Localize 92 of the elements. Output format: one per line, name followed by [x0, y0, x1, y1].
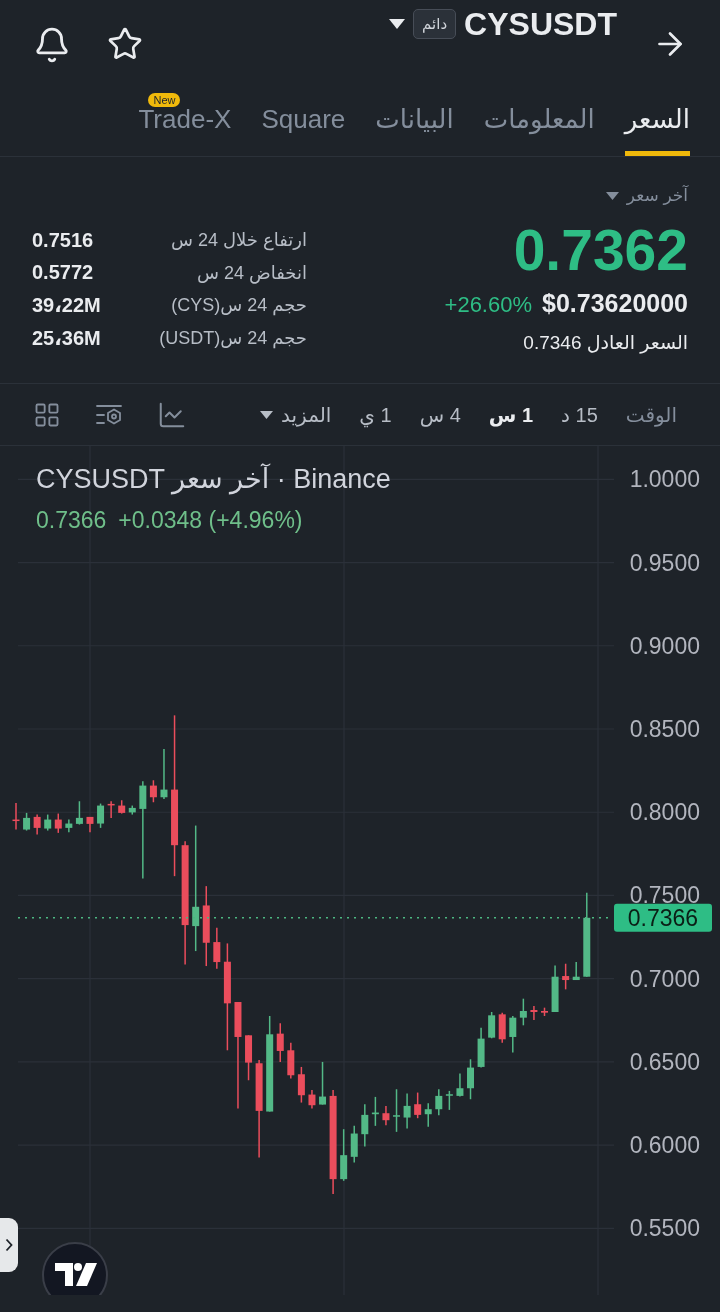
price-axis-label: 0.6500 [629, 1048, 700, 1075]
hexagon-settings-icon[interactable] [95, 402, 123, 427]
rising-candle [97, 802, 105, 829]
falling-candle [54, 812, 62, 834]
falling-candle [498, 1011, 506, 1044]
falling-candle [33, 813, 41, 836]
legend-change: +0.0348 (+4.96%) [118, 506, 303, 535]
rising-candle [44, 813, 52, 832]
falling-candle [12, 802, 20, 831]
price-type-label[interactable]: آخر سعر [626, 184, 688, 208]
falling-candle [562, 962, 570, 991]
rising-candle [23, 812, 31, 832]
tab[interactable]: المعلومات [483, 88, 595, 156]
rising-candle [160, 748, 168, 800]
legend-price: 0.7366 [36, 506, 107, 535]
falling-candle [118, 799, 126, 815]
rising-candle [350, 1125, 358, 1164]
falling-candle [149, 779, 157, 803]
rising-candle [340, 1128, 348, 1182]
tab[interactable]: Trade-X New [138, 88, 232, 156]
bell-icon[interactable] [33, 26, 71, 64]
stat-value: 0.5772 [32, 261, 94, 285]
price-axis-label: 1.0000 [629, 466, 700, 493]
tab[interactable]: السعر [624, 88, 690, 156]
caret-down-icon[interactable] [389, 19, 406, 29]
symbol-title[interactable]: CYSUSDT [464, 4, 617, 44]
price-axis-label: 0.8500 [629, 716, 700, 742]
rising-candle [477, 1026, 485, 1069]
stat-label: حجم 24 س(USDT) [159, 326, 307, 349]
falling-candle [276, 1022, 284, 1063]
new-badge: New [148, 93, 181, 107]
falling-candle [245, 1034, 253, 1081]
stat-label: انخفاض 24 س [197, 261, 307, 284]
rising-candle [128, 804, 136, 816]
rising-candle [445, 1090, 453, 1111]
stat-label: ارتفاع خلال 24 س [171, 229, 307, 252]
rising-candle [509, 1015, 517, 1054]
rising-candle [572, 961, 580, 981]
falling-candle [530, 1005, 538, 1021]
falling-candle [287, 1041, 295, 1080]
side-panel-handle[interactable] [0, 1218, 18, 1272]
rising-candle [371, 1096, 379, 1127]
caret-down-icon [260, 410, 274, 419]
tab[interactable]: البيانات [375, 88, 454, 156]
chart-legend-title: CYSUSDT آخر سعر · Binance [36, 462, 391, 497]
rising-candle [519, 997, 527, 1027]
usd-price: $0.73620000 [542, 288, 688, 318]
price-axis-label: 0.9500 [629, 549, 700, 576]
rising-candle [65, 818, 73, 833]
falling-candle [414, 1091, 422, 1119]
interval-button[interactable]: 4 س [419, 400, 461, 429]
chart-logo-icon[interactable] [42, 1242, 108, 1295]
rising-candle [467, 1058, 474, 1100]
more-intervals-button[interactable]: المزيد [260, 400, 332, 429]
price-axis-label: 0.6000 [629, 1132, 700, 1159]
last-price: 0.7362 [513, 220, 688, 280]
rising-candle [361, 1103, 369, 1148]
rising-candle [456, 1072, 464, 1098]
price-change: +26.60% [444, 291, 532, 319]
rising-candle [319, 1061, 327, 1106]
star-icon[interactable] [107, 26, 143, 62]
stat-value: 39،22M [32, 293, 101, 318]
price-axis-label: 0.8000 [629, 799, 700, 826]
tab[interactable]: Square [261, 88, 346, 156]
price-axis-label: 0.9000 [629, 632, 700, 659]
contract-type-badge: دائم [413, 9, 457, 39]
interval-button[interactable]: 1 س [488, 400, 534, 429]
interval-button[interactable]: 1 ي [359, 400, 392, 429]
price-axis-label: 0.7000 [629, 965, 700, 992]
chevron-right-icon [5, 1238, 13, 1252]
stat-label: حجم 24 س(CYS) [171, 294, 307, 317]
falling-candle [297, 1066, 305, 1104]
falling-candle [308, 1089, 316, 1110]
rising-candle [488, 1011, 496, 1040]
falling-candle [107, 800, 115, 819]
rising-candle [403, 1092, 411, 1130]
stat-value: 0.7516 [32, 228, 94, 252]
price-axis-label: 0.5500 [629, 1215, 700, 1242]
fair-price: السعر العادل 0.7346 [523, 331, 688, 356]
interval-button[interactable]: 15 د [561, 400, 598, 429]
rising-candle [75, 800, 83, 826]
rising-candle [435, 1088, 443, 1116]
rising-candle [424, 1102, 432, 1128]
rising-candle [393, 1088, 400, 1133]
falling-candle [86, 816, 94, 833]
last-price-tag: 0.7366 [614, 903, 712, 932]
stat-value: 25،36M [32, 325, 101, 350]
falling-candle [213, 927, 221, 970]
falling-candle [541, 1006, 548, 1017]
rising-candle [551, 964, 559, 1013]
falling-candle [382, 1105, 390, 1126]
time-label: الوقت [625, 402, 677, 427]
